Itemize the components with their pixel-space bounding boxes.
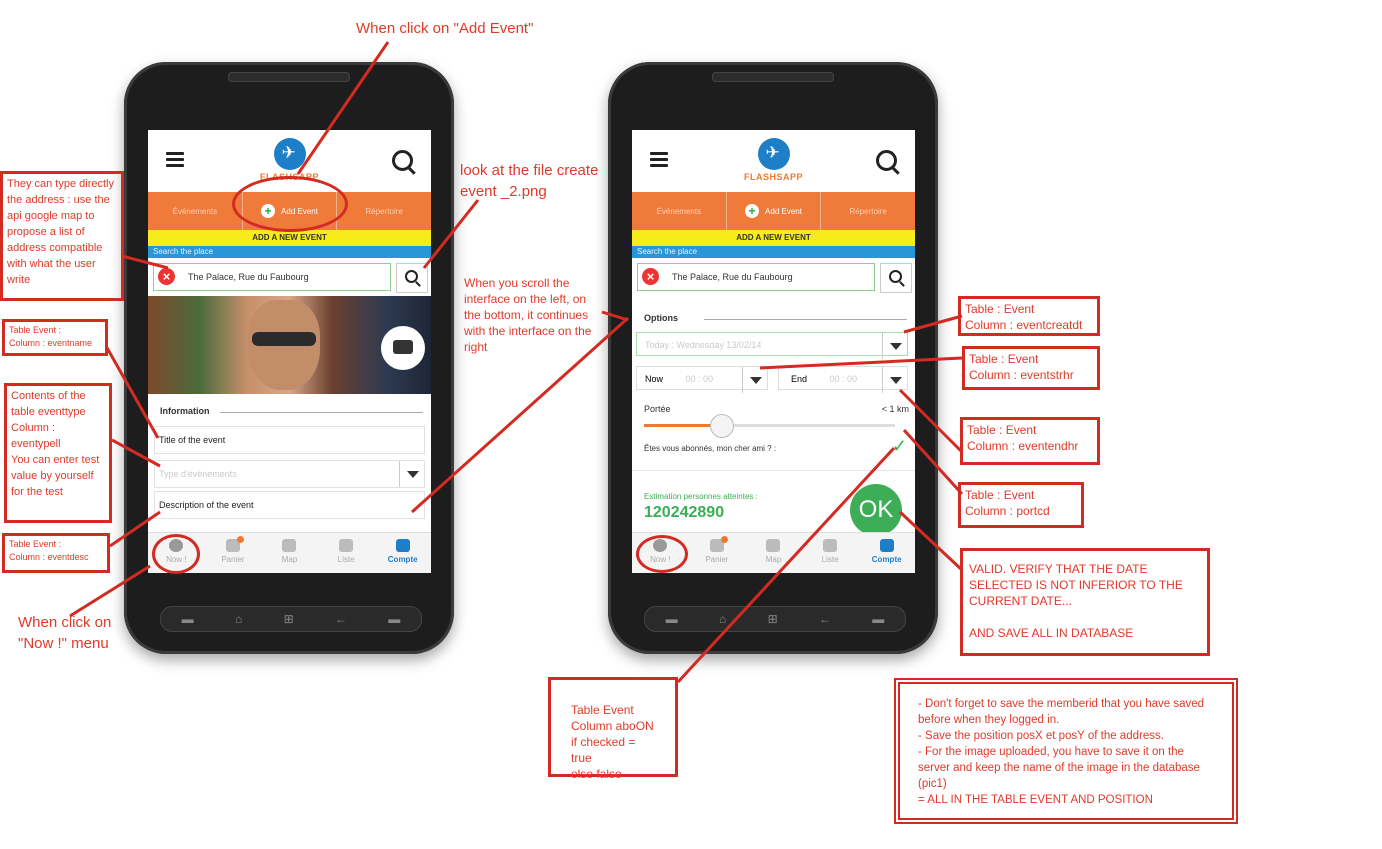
eventname-note: Table Event : Column : eventname (2, 319, 108, 356)
add-event-note: When click on "Add Event" (356, 20, 534, 37)
eventendhr-note: Table : Event Column : eventendhr (960, 417, 1100, 465)
abo-note: Table Event Column aboON if checked = tr… (548, 677, 678, 781)
portcd-note: Table : Event Column : portcd (958, 482, 1084, 528)
address-note: They can type directly the address : use… (0, 171, 124, 301)
eventstrhr-note: Table : Event Column : eventstrhr (962, 346, 1100, 390)
look-file-note: look at the file create event _2.png (460, 162, 599, 200)
now-menu-note: When click on "Now !" menu (18, 614, 112, 652)
valid-note: VALID. VERIFY THAT THE DATE SELECTED IS … (960, 548, 1210, 656)
scroll-note: When you scroll the interface on the lef… (464, 276, 592, 354)
memberid-note: - Don't forget to save the memberid that… (894, 678, 1238, 824)
eventcreatdt-note: Table : Event Column : eventcreatdt (958, 296, 1100, 336)
eventtype-note: Contents of the table eventtype Column :… (4, 383, 112, 523)
eventdesc-note: Table Event : Column : eventdesc (2, 533, 110, 573)
